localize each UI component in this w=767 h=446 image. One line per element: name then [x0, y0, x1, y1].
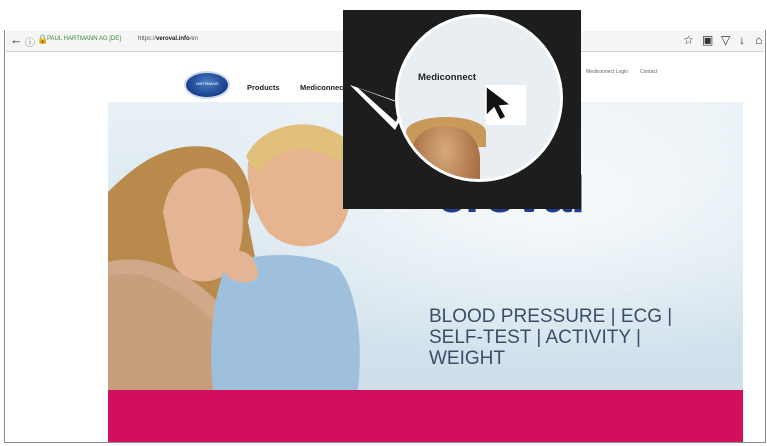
callout-pointer: [350, 85, 408, 130]
magnified-nav-mediconnect[interactable]: Mediconnect: [418, 72, 476, 83]
magnifier-circle: Mediconnect: [395, 14, 563, 182]
magnified-head: [410, 127, 480, 179]
mouse-cursor-icon: [485, 84, 513, 122]
